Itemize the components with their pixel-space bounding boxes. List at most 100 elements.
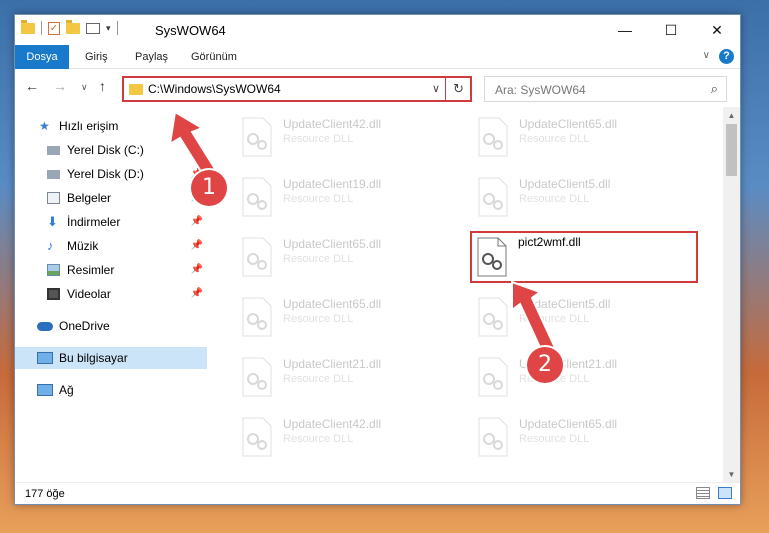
file-type: Resource DLL [519,133,590,145]
address-bar[interactable]: C:\Windows\SysWOW64 ∨ ↻ [122,76,472,102]
sidebar-item-quick-access[interactable]: ★ Hızlı erişim [15,115,207,137]
file-name: UpdateClient65.dll [283,297,382,311]
search-placeholder: Ara: SysWOW64 [495,83,586,97]
file-type: Resource DLL [283,373,354,385]
ribbon-tabs: Dosya Giriş Paylaş Görünüm ∨ ? [15,45,740,69]
pin-icon[interactable]: 📌 [191,283,203,305]
file-item[interactable]: UpdateClient5.dll Resource DLL [443,291,671,343]
search-icon[interactable]: ⌕ [711,81,718,97]
sidebar-item-local-disk-c[interactable]: Yerel Disk (C:) 📌 [15,139,207,161]
cloud-icon [37,322,53,331]
navigation-bar: ← → ∨ ↑ C:\Windows\SysWOW64 ∨ ↻ Ara: Sys… [15,71,740,103]
file-item[interactable]: UpdateClient21.dll Resource DLL [207,351,435,403]
sidebar-item-documents[interactable]: Belgeler 📌 [15,187,207,209]
details-view-icon[interactable] [696,487,710,499]
sidebar-item-this-pc[interactable]: Bu bilgisayar [15,347,207,369]
up-button[interactable]: ↑ [99,78,106,94]
dll-file-icon [478,117,508,157]
sidebar-item-label: Belgeler [67,191,112,205]
address-dropdown-chevron-icon[interactable]: ∨ [432,82,440,95]
new-folder-icon[interactable] [66,19,80,34]
file-name: UpdateClient5.dll [519,297,611,311]
toolbar-divider [41,21,42,35]
tab-view[interactable]: Görünüm [191,45,237,69]
pin-icon[interactable]: 📌 [191,259,203,281]
sidebar-item-label: Yerel Disk (C:) [67,143,144,157]
sidebar-item-local-disk-d[interactable]: Yerel Disk (D:) 📌 [15,163,207,185]
sidebar-item-onedrive[interactable]: OneDrive [15,315,207,337]
file-name: UpdateClient42.dll [283,417,382,431]
file-name: UpdateClient65.dll [519,117,618,131]
sidebar-item-label: Resimler [67,263,115,277]
file-item[interactable]: UpdateClient19.dll Resource DLL [207,171,435,223]
sidebar-item-network[interactable]: Ağ [15,379,207,401]
picture-icon [47,264,60,276]
file-name: UpdateClient5.dll [519,177,611,191]
dll-file-icon [242,417,272,457]
explorer-window: ✓ ▾ SysWOW64 — ☐ ✕ Dosya Giriş Paylaş Gö… [14,14,741,505]
file-item[interactable]: UpdateClient65.dll Resource DLL [443,411,671,463]
minimize-button[interactable]: — [602,15,648,45]
dll-file-icon [478,357,508,397]
network-icon [37,384,53,396]
step-marker-1: 1 [191,170,227,206]
status-bar: 177 öğe [15,482,740,504]
vertical-scrollbar[interactable]: ▲ ▼ [723,107,740,483]
music-icon: ♪ [47,238,54,253]
search-input[interactable]: Ara: SysWOW64 ⌕ [484,76,727,102]
window-controls: — ☐ ✕ [602,15,740,45]
file-item[interactable]: UpdateClient5.dll Resource DLL [443,171,671,223]
address-path[interactable]: C:\Windows\SysWOW64 [148,82,281,96]
sidebar-item-label: Hızlı erişim [59,119,119,133]
file-item[interactable]: UpdateClient65.dll Resource DLL [207,291,435,343]
close-button[interactable]: ✕ [694,15,740,45]
properties-icon[interactable] [86,22,100,34]
file-item[interactable]: UpdateClient42.dll Resource DLL [207,111,435,163]
sidebar-item-pictures[interactable]: Resimler 📌 [15,259,207,281]
video-icon [47,288,60,300]
tab-home[interactable]: Giriş [85,45,108,69]
tab-share[interactable]: Paylaş [135,45,168,69]
file-name: UpdateClient42.dll [283,117,382,131]
sidebar-item-music[interactable]: ♪ Müzik 📌 [15,235,207,257]
tab-file[interactable]: Dosya [15,45,69,69]
file-item[interactable]: UpdateClient65.dll Resource DLL [207,231,435,283]
sidebar-item-label: OneDrive [59,319,110,333]
pin-icon[interactable]: 📌 [191,211,203,233]
recent-locations-chevron-icon[interactable]: ∨ [81,82,88,93]
star-icon: ★ [39,119,50,133]
pin-icon[interactable]: 📌 [191,235,203,257]
file-name: UpdateClient21.dll [283,357,382,371]
expand-ribbon-chevron-icon[interactable]: ∨ [703,50,710,61]
file-name: pict2wmf.dll [518,235,581,249]
sidebar-item-label: Müzik [67,239,99,253]
file-type: Resource DLL [283,133,354,145]
sidebar-item-videos[interactable]: Videolar 📌 [15,283,207,305]
step-marker-2: 2 [527,347,563,383]
file-type: Resource DLL [519,433,590,445]
scroll-up-arrow-icon[interactable]: ▲ [723,107,740,124]
sidebar-item-label: Yerel Disk (D:) [67,167,144,181]
scroll-thumb[interactable] [726,124,737,176]
file-item[interactable]: UpdateClient65.dll Resource DLL [443,111,671,163]
customize-toolbar-chevron-icon[interactable]: ▾ [106,23,111,34]
file-item[interactable]: UpdateClient42.dll Resource DLL [207,411,435,463]
folder-icon[interactable] [21,19,35,34]
large-icons-view-icon[interactable] [718,487,732,499]
forward-button[interactable]: → [53,78,67,94]
highlighted-file-item[interactable]: pict2wmf.dll [470,231,698,283]
sidebar-item-label: Ağ [59,383,74,397]
scroll-down-arrow-icon[interactable]: ▼ [723,466,740,483]
file-type: Resource DLL [283,193,354,205]
pin-icon[interactable]: 📌 [191,139,203,161]
maximize-button[interactable]: ☐ [648,15,694,45]
item-count: 177 öğe [25,488,65,500]
file-name: UpdateClient65.dll [283,237,382,251]
back-button[interactable]: ← [25,78,39,94]
sidebar-item-downloads[interactable]: ⬇ İndirmeler 📌 [15,211,207,233]
file-list: UpdateClient42.dll Resource DLL UpdateCl… [207,107,723,483]
properties-checkmark-icon[interactable]: ✓ [48,21,60,35]
help-icon[interactable]: ? [719,49,734,64]
refresh-icon[interactable]: ↻ [453,81,464,97]
sidebar-item-label: Videolar [67,287,111,301]
